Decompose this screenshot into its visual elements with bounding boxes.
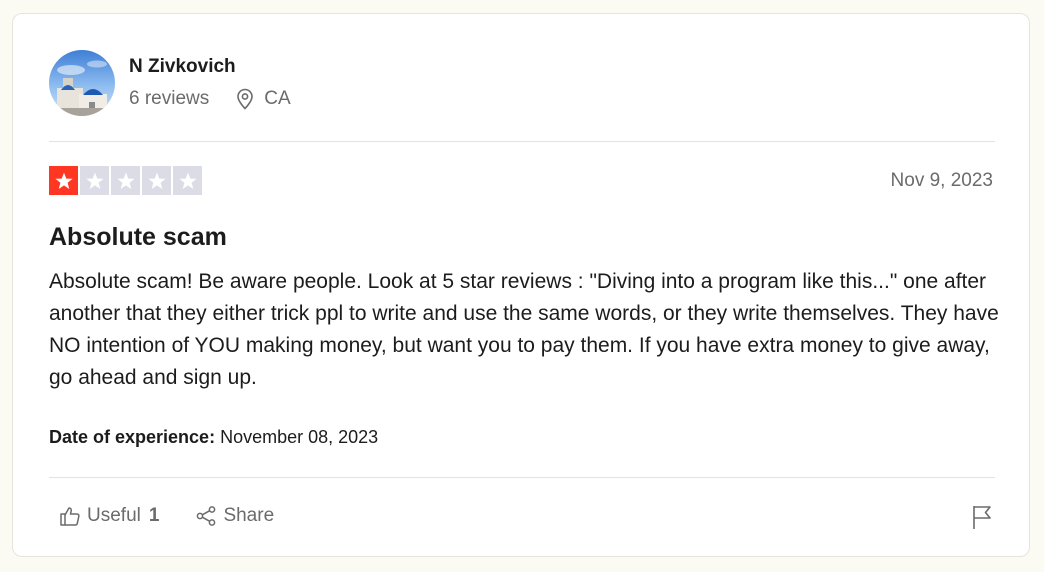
star-empty-icon bbox=[142, 166, 171, 195]
star-empty-icon bbox=[80, 166, 109, 195]
share-button[interactable]: Share bbox=[195, 505, 274, 527]
reviews-count: 6 reviews bbox=[129, 88, 210, 109]
report-flag-button[interactable] bbox=[971, 504, 993, 535]
date-of-experience: Date of experience: November 08, 2023 bbox=[49, 426, 378, 448]
country-code: CA bbox=[264, 88, 291, 109]
review-date: Nov 9, 2023 bbox=[890, 170, 993, 191]
flag-icon bbox=[973, 506, 991, 529]
share-icon bbox=[197, 506, 216, 526]
useful-count: 1 bbox=[148, 505, 160, 526]
star-empty-icon bbox=[111, 166, 140, 195]
location-pin-icon bbox=[237, 88, 254, 110]
star-rating bbox=[49, 166, 202, 195]
consumer-name[interactable]: N Zivkovich bbox=[129, 56, 291, 78]
share-label: Share bbox=[223, 505, 275, 526]
thumbs-up-icon bbox=[60, 507, 80, 526]
review-actions: Useful 1 Share bbox=[59, 505, 274, 527]
review-title[interactable]: Absolute scam bbox=[49, 222, 227, 252]
header-divider bbox=[49, 141, 995, 142]
experience-date: November 08, 2023 bbox=[220, 427, 379, 447]
consumer-info: N Zivkovich 6 reviews CA bbox=[129, 50, 291, 110]
experience-label: Date of experience: bbox=[49, 427, 216, 447]
consumer-avatar[interactable] bbox=[49, 50, 115, 116]
review-card: N Zivkovich 6 reviews CA Nov 9, 2023 Abs… bbox=[12, 13, 1030, 557]
useful-label: Useful bbox=[87, 505, 141, 526]
star-filled-icon bbox=[49, 166, 78, 195]
consumer-location: CA bbox=[235, 88, 291, 110]
actions-divider bbox=[49, 477, 995, 478]
useful-button[interactable]: Useful 1 bbox=[59, 505, 159, 527]
consumer-meta: 6 reviews CA bbox=[129, 88, 291, 110]
review-body: Absolute scam! Be aware people. Look at … bbox=[49, 270, 999, 389]
consumer-header: N Zivkovich 6 reviews CA bbox=[49, 50, 291, 116]
star-empty-icon bbox=[173, 166, 202, 195]
